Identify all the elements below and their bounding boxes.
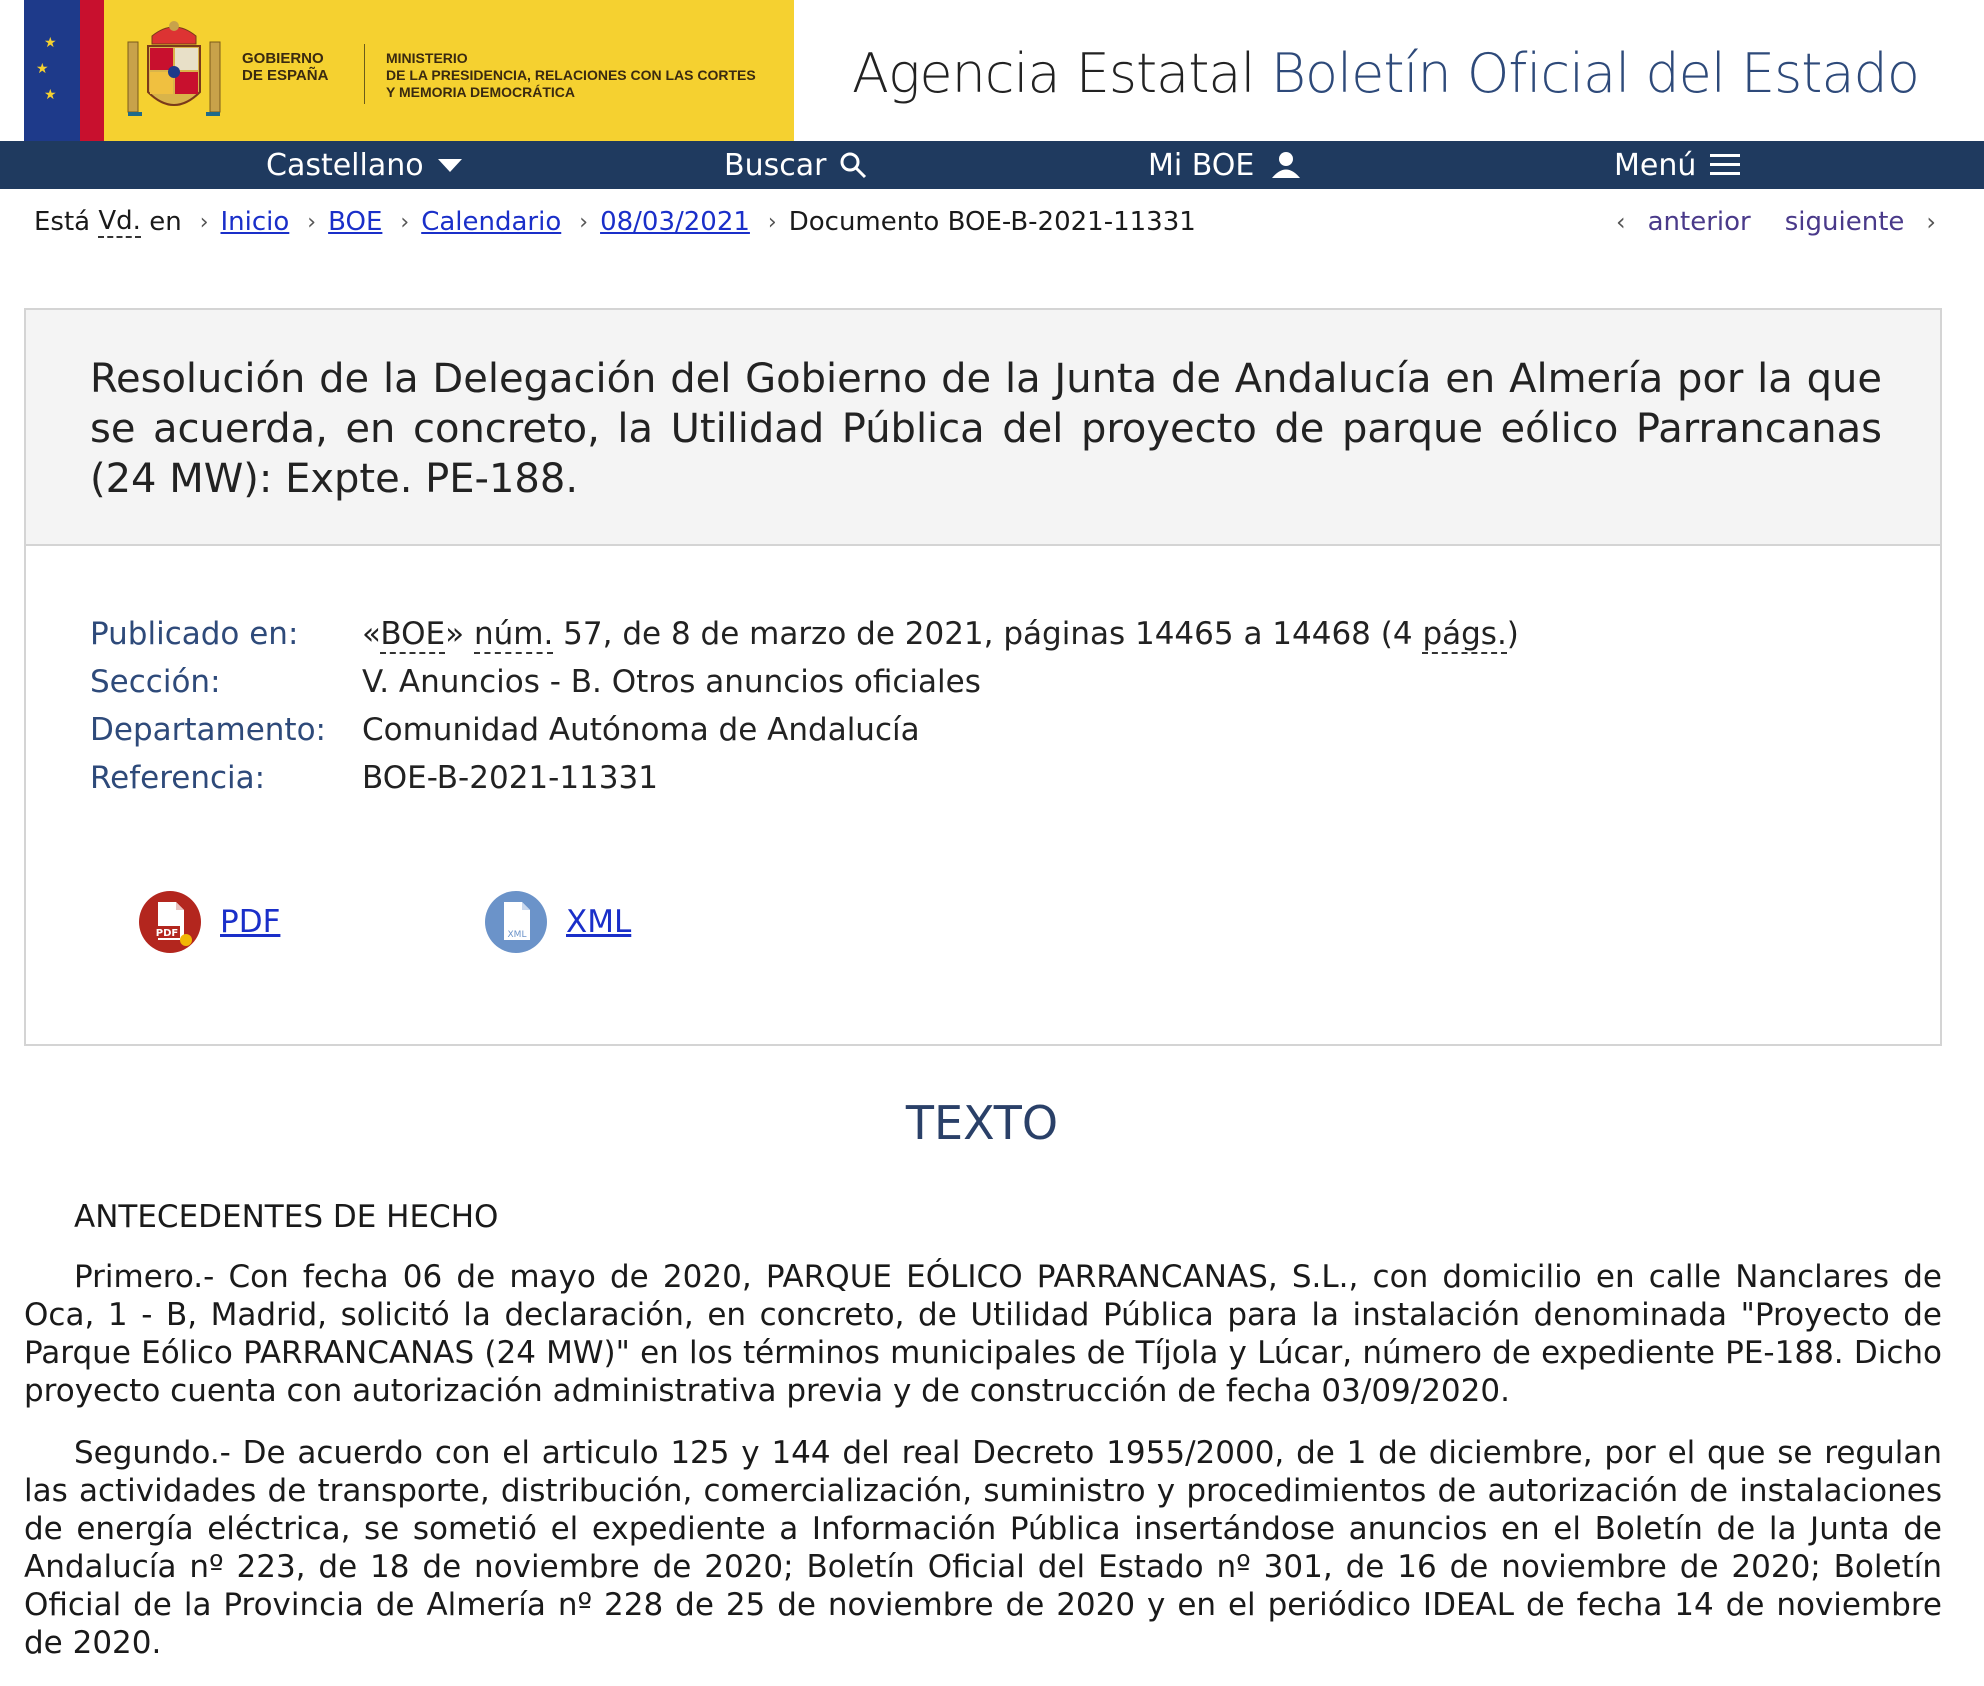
chevron-right-icon: ›: [767, 209, 777, 235]
pdf-link[interactable]: PDF: [220, 904, 280, 940]
site-header: ★ ★ ★ GOBIERNO DE ESPAÑA MINISTERIO DE L…: [0, 0, 1984, 141]
language-selector[interactable]: Castellano: [266, 141, 464, 189]
gobierno-espana-label: GOBIERNO DE ESPAÑA: [242, 50, 329, 84]
svg-text:PDF: PDF: [156, 928, 178, 939]
chevron-right-icon: ›: [400, 209, 410, 235]
breadcrumb-boe[interactable]: BOE: [328, 207, 382, 237]
department-value: Comunidad Autónoma de Andalucía: [362, 712, 920, 748]
user-icon: [1272, 152, 1301, 178]
breadcrumb-calendario[interactable]: Calendario: [421, 207, 561, 237]
subheading-antecedentes: ANTECEDENTES DE HECHO: [74, 1199, 499, 1235]
svg-text:XML: XML: [508, 930, 527, 940]
chevron-right-icon: ›: [307, 209, 317, 235]
paragraph-primero: Primero.- Con fecha 06 de mayo de 2020, …: [24, 1259, 1942, 1409]
site-title-main: Boletín Oficial del Estado: [1270, 42, 1920, 105]
breadcrumb-date[interactable]: 08/03/2021: [600, 207, 750, 237]
main-nav: Castellano Buscar Mi BOE Menú: [0, 141, 1984, 189]
published-value: «BOE» núm. 57, de 8 de marzo de 2021, pá…: [362, 616, 1519, 654]
search-icon: [840, 152, 867, 179]
banner-divider: [364, 44, 365, 104]
breadcrumb-prefix-en: en: [149, 207, 182, 237]
published-label: Publicado en:: [90, 616, 299, 652]
xml-file-icon: XML: [485, 891, 547, 953]
document-metadata: Publicado en: «BOE» núm. 57, de 8 de mar…: [90, 610, 1519, 802]
meta-row-section: Sección: V. Anuncios - B. Otros anuncios…: [90, 658, 1519, 706]
my-boe-button[interactable]: Mi BOE: [1148, 141, 1306, 189]
eu-flag-strip: ★ ★ ★: [24, 0, 80, 141]
chevron-right-icon: ›: [1926, 208, 1936, 236]
paragraph-segundo: Segundo.- De acuerdo con el articulo 125…: [24, 1435, 1942, 1661]
xml-download[interactable]: XML XML: [484, 890, 631, 954]
xml-link[interactable]: XML: [566, 904, 631, 940]
abbr-pags[interactable]: págs.: [1422, 616, 1507, 654]
chevron-right-icon: ›: [579, 209, 589, 235]
breadcrumb-prefix: Está: [34, 207, 91, 237]
chevron-left-icon: ‹: [1616, 208, 1626, 236]
search-button[interactable]: Buscar: [724, 141, 868, 189]
pdf-file-icon: PDF: [139, 891, 201, 953]
reference-value: BOE-B-2021-11331: [362, 760, 658, 796]
abbr-usted[interactable]: Vd.: [98, 206, 141, 238]
text-section-heading: TEXTO: [905, 1096, 1059, 1150]
search-label: Buscar: [724, 147, 827, 183]
coat-of-arms-icon: [127, 21, 221, 116]
section-value: V. Anuncios - B. Otros anuncios oficiale…: [362, 664, 981, 700]
breadcrumb: Está Vd. en › Inicio › BOE › Calendario …: [34, 204, 1196, 240]
next-link[interactable]: siguiente: [1785, 207, 1905, 237]
department-label: Departamento:: [90, 712, 326, 748]
star-icon: ★: [44, 87, 57, 103]
document-body: ANTECEDENTES DE HECHO Primero.- Con fech…: [24, 1198, 1942, 1686]
abbr-num[interactable]: núm.: [473, 616, 554, 654]
breadcrumb-current: Documento BOE-B-2021-11331: [788, 207, 1196, 237]
document-summary-box: Resolución de la Delegación del Gobierno…: [24, 308, 1942, 1046]
reference-label: Referencia:: [90, 760, 266, 796]
menu-button[interactable]: Menú: [1614, 141, 1742, 189]
site-title-prefix: Agencia Estatal: [852, 42, 1256, 105]
star-icon: ★: [36, 61, 49, 77]
language-label: Castellano: [266, 147, 424, 183]
my-boe-label: Mi BOE: [1148, 147, 1255, 183]
document-title: Resolución de la Delegación del Gobierno…: [90, 356, 1882, 502]
spain-flag-strip: [80, 0, 104, 141]
government-banner[interactable]: ★ ★ ★ GOBIERNO DE ESPAÑA MINISTERIO DE L…: [24, 0, 794, 141]
site-title[interactable]: Agencia Estatal Boletín Oficial del Esta…: [852, 42, 1920, 105]
breadcrumb-inicio[interactable]: Inicio: [221, 207, 290, 237]
star-icon: ★: [44, 35, 57, 51]
document-pager: ‹ anterior siguiente ›: [1616, 204, 1936, 240]
previous-link[interactable]: anterior: [1648, 207, 1751, 237]
meta-row-published: Publicado en: «BOE» núm. 57, de 8 de mar…: [90, 610, 1519, 658]
abbr-boe[interactable]: BOE: [380, 616, 446, 654]
meta-row-department: Departamento: Comunidad Autónoma de Anda…: [90, 706, 1519, 754]
chevron-right-icon: ›: [199, 209, 209, 235]
pdf-download[interactable]: PDF PDF: [138, 890, 280, 954]
hamburger-icon: [1710, 154, 1741, 175]
menu-label: Menú: [1614, 147, 1697, 183]
document-title-area: Resolución de la Delegación del Gobierno…: [26, 310, 1940, 546]
caret-down-icon: [437, 159, 462, 172]
ministry-label: MINISTERIO DE LA PRESIDENCIA, RELACIONES…: [386, 50, 756, 100]
meta-row-reference: Referencia: BOE-B-2021-11331: [90, 754, 1519, 802]
section-label: Sección:: [90, 664, 221, 700]
